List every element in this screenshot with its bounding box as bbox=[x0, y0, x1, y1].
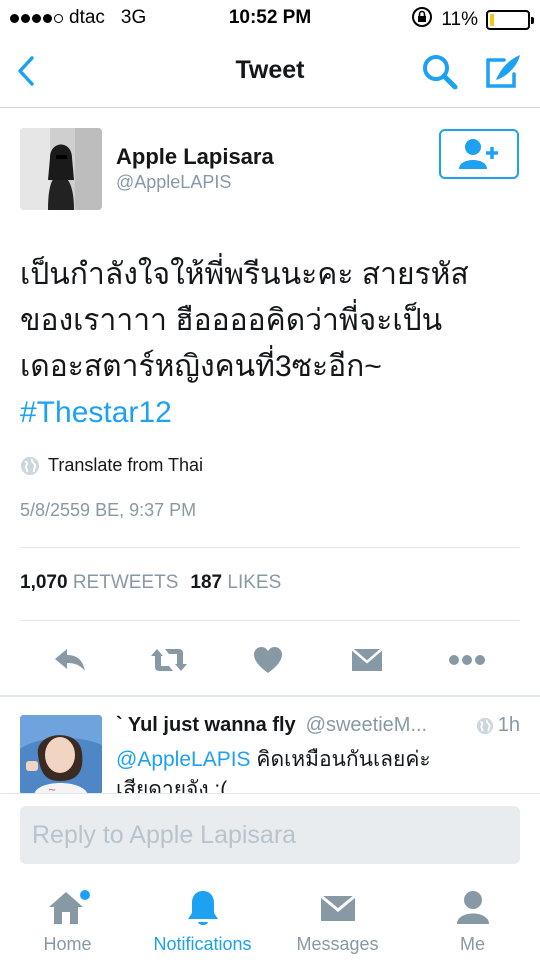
likes-label: LIKES bbox=[227, 572, 282, 593]
translate-link[interactable]: Translate from Thai bbox=[20, 455, 203, 476]
author-name[interactable]: Apple Lapisara bbox=[116, 144, 274, 170]
home-icon bbox=[48, 890, 90, 924]
tab-notifications-label: Notifications bbox=[153, 934, 252, 954]
reply-author-name[interactable]: ` Yul just wanna fly bbox=[116, 714, 296, 737]
tab-me-label: Me bbox=[459, 934, 485, 954]
likes-stat[interactable]: 187 LIKES bbox=[190, 572, 281, 594]
retweet-icon bbox=[151, 649, 187, 671]
direct-message-button[interactable] bbox=[347, 640, 387, 680]
reply-text-line: เสียดายจัง :( bbox=[116, 778, 228, 793]
battery-percent: 11% bbox=[441, 9, 478, 30]
mention-link[interactable]: @AppleLAPIS bbox=[116, 748, 251, 771]
heart-icon bbox=[254, 647, 282, 673]
chevron-left-icon bbox=[18, 56, 34, 86]
globe-icon bbox=[476, 717, 493, 734]
battery-icon bbox=[486, 10, 534, 30]
battery-level bbox=[490, 14, 494, 26]
reply-author-avatar[interactable]: ~ bbox=[20, 715, 102, 795]
retweet-button[interactable] bbox=[149, 640, 189, 680]
compose-icon bbox=[486, 55, 520, 88]
tab-messages[interactable]: Messages bbox=[270, 876, 405, 960]
author-avatar[interactable] bbox=[20, 128, 102, 210]
tweet-actions bbox=[0, 640, 540, 680]
status-right: 11% bbox=[411, 6, 534, 34]
back-button[interactable] bbox=[12, 54, 44, 88]
status-bar: dtac 3G 10:52 PM 11% bbox=[0, 0, 540, 36]
tab-me[interactable]: Me bbox=[405, 876, 540, 960]
follow-button[interactable] bbox=[439, 129, 519, 179]
likes-count: 187 bbox=[190, 572, 223, 593]
divider bbox=[20, 620, 520, 621]
tab-bar: Home Notifications Messages Me bbox=[0, 876, 540, 960]
envelope-icon bbox=[351, 648, 383, 671]
translate-label: Translate from Thai bbox=[48, 455, 204, 475]
reply-time: 1h bbox=[497, 714, 520, 736]
tab-home[interactable]: Home bbox=[0, 876, 135, 960]
tweet-text-line: ของเราาาา ฮืออออคิดว่าพี่จะเป็น bbox=[20, 304, 443, 337]
reply-text: @AppleLAPIS คิดเหมือนกันเลยค่ะ เสียดายจั… bbox=[116, 745, 526, 793]
divider bbox=[20, 547, 520, 548]
retweets-label: RETWEETS bbox=[72, 572, 179, 593]
search-button[interactable] bbox=[420, 52, 460, 92]
navigation-bar: Tweet bbox=[0, 36, 540, 108]
reply-header: ` Yul just wanna fly @sweetieM... 1h bbox=[116, 714, 526, 737]
tweet-stats: 1,070 RETWEETS 187 LIKES bbox=[20, 572, 281, 594]
reply-icon bbox=[55, 649, 85, 671]
author-handle[interactable]: @AppleLAPIS bbox=[116, 172, 231, 193]
bell-icon bbox=[187, 891, 218, 925]
compose-button[interactable] bbox=[482, 52, 524, 92]
hashtag-link[interactable]: #Thestar12 bbox=[20, 390, 525, 436]
tab-messages-label: Messages bbox=[296, 934, 379, 954]
tweet-text: เป็นกำลังใจให้พี่พรีนนะคะ สายรหัส ของเรา… bbox=[20, 252, 525, 436]
tab-notifications[interactable]: Notifications bbox=[135, 876, 270, 960]
reply-author-handle[interactable]: @sweetieM... bbox=[306, 714, 427, 737]
reply-button[interactable] bbox=[50, 640, 90, 680]
rotation-lock-icon bbox=[411, 6, 433, 34]
envelope-icon bbox=[319, 894, 356, 921]
add-user-icon bbox=[459, 139, 498, 169]
section-divider bbox=[0, 695, 540, 697]
reply-input[interactable] bbox=[20, 806, 520, 864]
more-button[interactable] bbox=[447, 640, 487, 680]
reply-text-part: คิดเหมือนกันเลยค่ะ bbox=[250, 748, 431, 771]
retweets-count: 1,070 bbox=[20, 572, 68, 593]
tweet-timestamp: 5/8/2559 BE, 9:37 PM bbox=[20, 500, 197, 520]
tweet-text-line: เดอะสตาร์หญิงคนที่3ซะอีก~ bbox=[20, 350, 382, 383]
more-dots-icon bbox=[449, 655, 485, 665]
tab-home-label: Home bbox=[43, 934, 92, 954]
person-icon bbox=[456, 891, 489, 924]
like-button[interactable] bbox=[248, 640, 288, 680]
retweets-stat[interactable]: 1,070 RETWEETS bbox=[20, 572, 178, 594]
tweet-text-line: เป็นกำลังใจให้พี่พรีนนะคะ สายรหัส bbox=[20, 258, 469, 291]
reply-meta: 1h bbox=[476, 714, 520, 737]
search-icon bbox=[423, 55, 458, 90]
globe-icon bbox=[21, 456, 39, 475]
